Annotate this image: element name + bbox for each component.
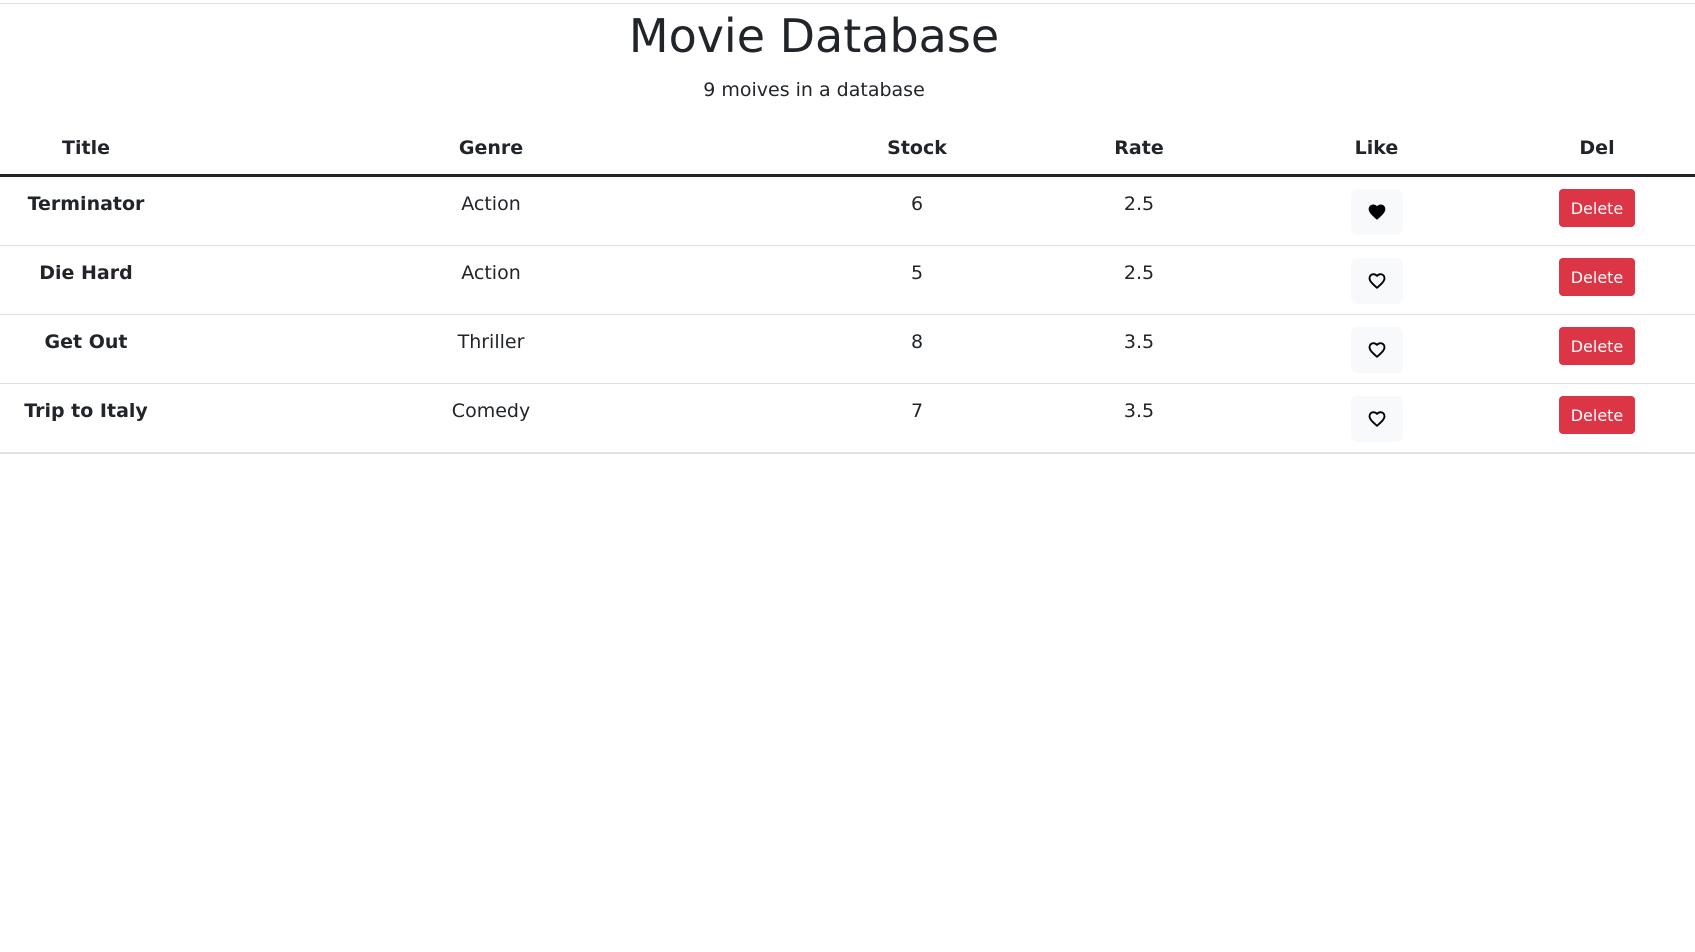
- heart-outline-icon: [1367, 409, 1387, 429]
- movie-rate-cell: 3.5: [1024, 383, 1254, 454]
- movie-genre-cell: Comedy: [172, 383, 810, 454]
- movie-stock: 8: [910, 331, 924, 353]
- movie-title: Get Out: [44, 331, 128, 353]
- table-header-row: Title Genre Stock Rate Like Del: [0, 122, 1695, 177]
- movie-genre-cell: Action: [172, 245, 810, 315]
- movie-title-cell: Get Out: [0, 314, 172, 384]
- table-row: Trip to Italy Comedy 7 3.5 Delete: [0, 383, 1695, 454]
- delete-button[interactable]: Delete: [1558, 258, 1636, 296]
- movie-genre-cell: Action: [172, 175, 810, 246]
- movie-genre: Action: [461, 262, 521, 284]
- movie-title-cell: Trip to Italy: [0, 383, 172, 454]
- heart-filled-icon: [1367, 202, 1387, 222]
- movie-like-cell: [1254, 383, 1499, 454]
- movie-title: Trip to Italy: [24, 400, 148, 422]
- movies-table: Title Genre Stock Rate Like Del Terminat…: [0, 122, 1695, 454]
- movie-rate: 3.5: [1123, 331, 1155, 353]
- movie-stock-cell: 5: [810, 245, 1024, 315]
- movie-genre: Comedy: [451, 400, 531, 422]
- delete-button[interactable]: Delete: [1558, 396, 1636, 434]
- top-divider: [0, 3, 1695, 4]
- table-row: Terminator Action 6 2.5 Delete: [0, 175, 1695, 246]
- column-header-like: Like: [1254, 122, 1499, 177]
- movie-title-cell: Terminator: [0, 175, 172, 246]
- movie-stock: 7: [910, 400, 924, 422]
- movie-delete-cell: Delete: [1499, 383, 1695, 454]
- movie-delete-cell: Delete: [1499, 314, 1695, 384]
- movie-rate: 2.5: [1123, 193, 1155, 215]
- movie-delete-cell: Delete: [1499, 245, 1695, 315]
- movie-title: Terminator: [27, 193, 145, 215]
- like-button[interactable]: [1350, 189, 1403, 235]
- movie-rate-cell: 2.5: [1024, 245, 1254, 315]
- movie-title-cell: Die Hard: [0, 245, 172, 315]
- table-row: Die Hard Action 5 2.5 Delete: [0, 245, 1695, 315]
- column-header-title: Title: [0, 122, 172, 177]
- page-title: Movie Database: [628, 9, 1000, 63]
- movie-genre: Thriller: [457, 331, 525, 353]
- table-row: Get Out Thriller 8 3.5 Delete: [0, 314, 1695, 384]
- movie-genre-cell: Thriller: [172, 314, 810, 384]
- heart-outline-icon: [1367, 340, 1387, 360]
- delete-button[interactable]: Delete: [1558, 189, 1636, 227]
- movie-stock: 6: [910, 193, 924, 215]
- movie-stock-cell: 6: [810, 175, 1024, 246]
- column-header-del: Del: [1499, 122, 1695, 177]
- movie-rate: 2.5: [1123, 262, 1155, 284]
- movie-genre: Action: [461, 193, 521, 215]
- movie-stock-cell: 7: [810, 383, 1024, 454]
- heart-outline-icon: [1367, 271, 1387, 291]
- movie-delete-cell: Delete: [1499, 175, 1695, 246]
- delete-button[interactable]: Delete: [1558, 327, 1636, 365]
- column-header-stock: Stock: [810, 122, 1024, 177]
- movie-like-cell: [1254, 314, 1499, 384]
- movie-rate-cell: 2.5: [1024, 175, 1254, 246]
- movie-count-subtitle: 9 moives in a database: [703, 79, 925, 101]
- movie-title: Die Hard: [39, 262, 133, 284]
- movie-like-cell: [1254, 175, 1499, 246]
- like-button[interactable]: [1350, 396, 1403, 442]
- column-header-genre: Genre: [172, 122, 810, 177]
- like-button[interactable]: [1350, 258, 1403, 304]
- column-header-rate: Rate: [1024, 122, 1254, 177]
- movie-like-cell: [1254, 245, 1499, 315]
- movie-stock-cell: 8: [810, 314, 1024, 384]
- movie-rate: 3.5: [1123, 400, 1155, 422]
- movie-rate-cell: 3.5: [1024, 314, 1254, 384]
- movie-stock: 5: [910, 262, 924, 284]
- like-button[interactable]: [1350, 327, 1403, 373]
